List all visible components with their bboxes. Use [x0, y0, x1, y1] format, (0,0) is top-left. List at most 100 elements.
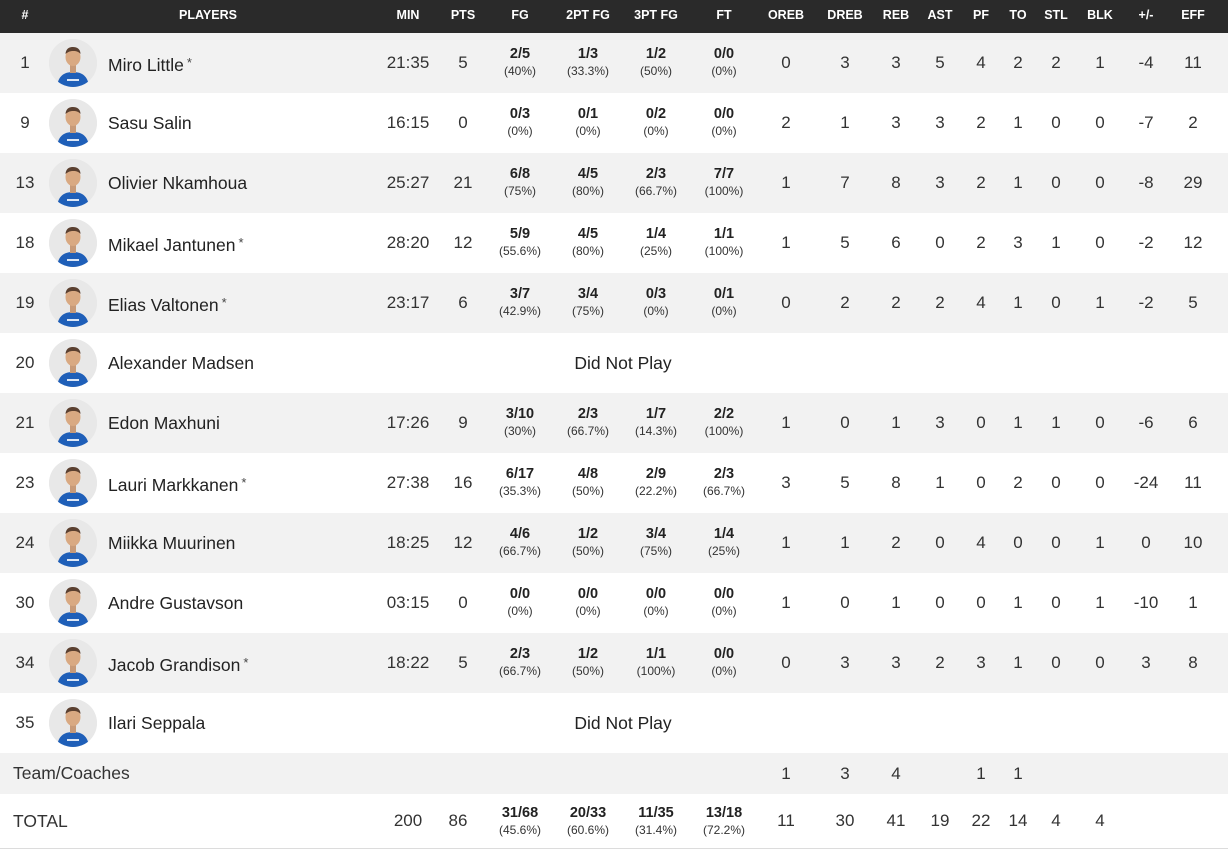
stat-fg3-made: 0/2	[645, 106, 667, 122]
stat-reb: 8	[891, 473, 901, 492]
stat-stl: 0	[1051, 533, 1061, 552]
player-name: Edon Maxhuni	[108, 413, 220, 433]
player-name-link[interactable]: Elias Valtonen *	[108, 273, 227, 333]
stat-fg-made: 2/3	[509, 646, 531, 662]
stat-fg2: 1/3 (33.3%)	[567, 45, 609, 79]
player-name-link[interactable]: Edon Maxhuni	[108, 393, 220, 453]
stat-to: 2	[1013, 53, 1023, 72]
player-photo-icon[interactable]	[49, 459, 97, 507]
player-name-link[interactable]: Miro Little *	[108, 33, 192, 93]
col-header-ft[interactable]: FT	[716, 0, 731, 33]
stat-pts: 0	[458, 113, 468, 132]
stat-fg2: 1/2 (50%)	[572, 645, 604, 679]
player-name-link[interactable]: Alexander Madsen	[108, 333, 254, 393]
stat-ft-made: 0/1	[713, 286, 735, 302]
stat-ft-pct: (66.7%)	[702, 484, 746, 498]
col-header-reb[interactable]: REB	[883, 0, 909, 33]
col-header-to[interactable]: TO	[1009, 0, 1026, 33]
stat-pts: 5	[458, 53, 468, 72]
player-name-link[interactable]: Mikael Jantunen *	[108, 213, 244, 273]
player-name-link[interactable]: Olivier Nkamhoua	[108, 153, 247, 213]
player-name-link[interactable]: Andre Gustavson	[108, 573, 243, 633]
stat-fg3-pct: (50%)	[639, 64, 673, 78]
stat-min: 18:22	[386, 653, 430, 672]
stat-fg-pct: (55.6%)	[498, 244, 542, 258]
stat-fg3-pct: (75%)	[639, 544, 673, 558]
stat-blk: 1	[1095, 53, 1105, 72]
player-photo-icon[interactable]	[49, 639, 97, 687]
stat-ft-pct: (0%)	[711, 124, 737, 138]
col-header-plus-minus[interactable]: +/-	[1139, 0, 1154, 33]
player-name-link[interactable]: Ilari Seppala	[108, 693, 205, 753]
player-photo-icon[interactable]	[49, 279, 97, 327]
player-photo-icon[interactable]	[49, 219, 97, 267]
player-photo-icon[interactable]	[49, 579, 97, 627]
col-header-pts[interactable]: PTS	[451, 0, 475, 33]
player-name-link[interactable]: Jacob Grandison *	[108, 633, 248, 693]
col-header-number[interactable]: #	[22, 0, 29, 33]
player-number: 21	[15, 413, 35, 432]
stat-fg3-pct: (25%)	[639, 244, 673, 258]
col-header-stl[interactable]: STL	[1044, 0, 1068, 33]
table-row: 24 Miikka Muurinen 18:25 12 1 1 2 0 4 0 0 1 0 10 4/6 (6…	[0, 513, 1228, 573]
player-photo-icon[interactable]	[49, 339, 97, 387]
stat-fg2: 4/5 (80%)	[572, 165, 604, 199]
col-header-min[interactable]: MIN	[397, 0, 420, 33]
stat-fg3-made: 0/0	[645, 586, 667, 602]
player-photo-icon[interactable]	[49, 39, 97, 87]
stat-fg-made: 6/17	[505, 466, 535, 482]
col-header-2pt-fg[interactable]: 2PT FG	[566, 0, 610, 33]
stat-blk: 0	[1095, 653, 1105, 672]
player-name-link[interactable]: Miikka Muurinen	[108, 513, 235, 573]
total-2pt-fg: 20/33 (60.6%)	[567, 804, 609, 838]
player-name-link[interactable]: Lauri Markkanen *	[108, 453, 246, 513]
stat-fg-made: 5/9	[509, 226, 531, 242]
stat-fg-pct: (42.9%)	[498, 304, 542, 318]
player-photo-icon[interactable]	[49, 399, 97, 447]
stat-fg-made: 0/3	[509, 106, 531, 122]
player-number: 1	[20, 53, 30, 72]
stat-ft: 0/1 (0%)	[711, 285, 736, 319]
table-row: 20 Alexander Madsen Did Not Play	[0, 333, 1228, 393]
stat-fg2-pct: (75%)	[571, 304, 605, 318]
stat-reb: 3	[891, 113, 901, 132]
stat-fg2-made: 4/8	[577, 466, 599, 482]
stat-dreb: 1	[840, 113, 850, 132]
col-header-dreb[interactable]: DREB	[827, 0, 862, 33]
team-dreb: 3	[840, 764, 850, 783]
player-name-link[interactable]: Sasu Salin	[108, 93, 192, 153]
stat-min: 16:15	[386, 113, 430, 132]
player-photo-icon[interactable]	[49, 699, 97, 747]
stat-pm: -2	[1138, 293, 1154, 312]
col-header-eff[interactable]: EFF	[1181, 0, 1205, 33]
stat-fg3-made: 2/9	[645, 466, 667, 482]
col-header-oreb[interactable]: OREB	[768, 0, 804, 33]
stat-oreb: 0	[781, 53, 791, 72]
player-photo-icon[interactable]	[49, 99, 97, 147]
stat-pm: 3	[1141, 653, 1151, 672]
stat-stl: 0	[1051, 653, 1061, 672]
stat-fg3: 1/2 (50%)	[640, 45, 672, 79]
stat-fg2-made: 2/3	[577, 406, 599, 422]
col-header-players[interactable]: PLAYERS	[179, 0, 237, 33]
col-header-blk[interactable]: BLK	[1087, 0, 1113, 33]
player-photo-icon[interactable]	[49, 519, 97, 567]
stat-ft-pct: (0%)	[711, 604, 737, 618]
table-row: 23 Lauri Markkanen * 27:38 16 3 5 8 1 0 2 0 0 -24 11 6/…	[0, 453, 1228, 513]
stat-fg2-made: 1/2	[577, 526, 599, 542]
stat-fg-pct: (66.7%)	[498, 664, 542, 678]
stat-fg2-pct: (50%)	[571, 544, 605, 558]
col-header-ast[interactable]: AST	[928, 0, 953, 33]
col-header-pf[interactable]: PF	[973, 0, 989, 33]
stat-oreb: 1	[781, 593, 791, 612]
col-header-3pt-fg[interactable]: 3PT FG	[634, 0, 678, 33]
stat-fg2-pct: (50%)	[571, 484, 605, 498]
total-pts: 86	[448, 811, 468, 830]
player-name: Jacob Grandison	[108, 655, 241, 675]
total-stl: 4	[1051, 811, 1061, 830]
col-header-fg[interactable]: FG	[511, 0, 528, 33]
stat-fg-made: 2/5	[509, 46, 531, 62]
player-photo-icon[interactable]	[49, 159, 97, 207]
stat-min: 21:35	[386, 53, 430, 72]
stat-eff: 2	[1188, 113, 1198, 132]
